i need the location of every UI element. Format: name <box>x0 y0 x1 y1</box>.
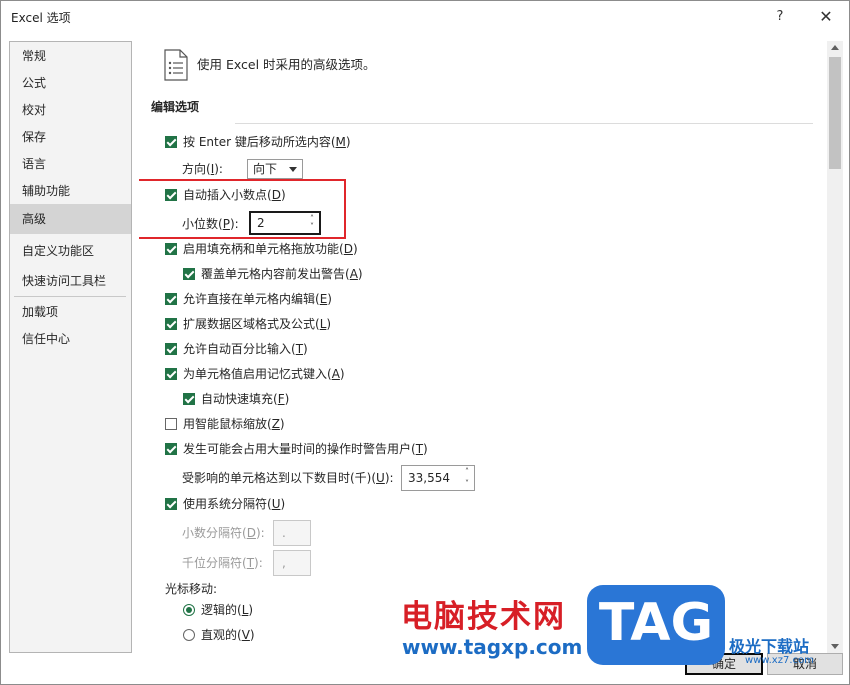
nav-item-trust-center[interactable]: 信任中心 <box>10 326 131 353</box>
title-bar: Excel 选项 ? ✕ <box>1 1 849 33</box>
system-separators-label: 使用系统分隔符(U) <box>183 497 286 511</box>
logical-label: 逻辑的(L) <box>201 603 254 617</box>
fill-handle-label: 启用填充柄和单元格拖放功能(D) <box>183 242 358 256</box>
direction-value: 向下 <box>253 162 278 176</box>
flash-fill-checkbox[interactable] <box>183 393 195 405</box>
watermark-tag-text: TAG <box>598 593 714 653</box>
overwrite-alert-label: 覆盖单元格内容前发出警告(A) <box>201 267 363 281</box>
nav-item-formulas[interactable]: 公式 <box>10 70 131 97</box>
option-fill-handle: 启用填充柄和单元格拖放功能(D) <box>165 241 358 259</box>
option-visual: 直观的(V) <box>183 627 255 645</box>
document-options-icon <box>164 49 188 81</box>
time-alert-checkbox[interactable] <box>165 443 177 455</box>
watermark-tag-logo: TAG <box>587 585 725 665</box>
option-auto-decimal: 自动插入小数点(D) <box>165 187 286 205</box>
cells-threshold-label: 受影响的单元格达到以下数目时(千)(U): <box>182 471 394 485</box>
system-separators-checkbox[interactable] <box>165 498 177 510</box>
flash-fill-label: 自动快速填充(F) <box>201 392 290 406</box>
option-enter-move: 按 Enter 键后移动所选内容(M) <box>165 134 351 152</box>
auto-decimal-label: 自动插入小数点(D) <box>183 188 286 202</box>
option-overwrite-alert: 覆盖单元格内容前发出警告(A) <box>183 266 363 284</box>
autocomplete-checkbox[interactable] <box>165 368 177 380</box>
excel-options-dialog: Excel 选项 ? ✕ 常规 公式 校对 保存 语言 辅助功能 高级 自定义功… <box>0 0 850 685</box>
nav-divider <box>14 296 126 297</box>
intellimouse-label: 用智能鼠标缩放(Z) <box>183 417 285 431</box>
watermark-site-logo: 极光下载站 <box>729 637 810 656</box>
section-divider <box>235 123 813 124</box>
advanced-options-panel: 使用 Excel 时采用的高级选项。 编辑选项 按 Enter 键后移动所选内容… <box>139 41 825 653</box>
auto-percent-label: 允许自动百分比输入(T) <box>183 342 308 356</box>
visual-label: 直观的(V) <box>201 628 255 642</box>
option-edit-in-cell: 允许直接在单元格内编辑(E) <box>165 291 332 309</box>
section-title-editing: 编辑选项 <box>151 100 200 114</box>
cells-threshold-spinner[interactable]: 33,554 ˄ ˅ <box>401 465 475 491</box>
enter-move-label: 按 Enter 键后移动所选内容(M) <box>183 135 351 149</box>
edit-in-cell-label: 允许直接在单元格内编辑(E) <box>183 292 332 306</box>
nav-item-advanced[interactable]: 高级 <box>10 204 131 234</box>
decimal-separator-input[interactable]: . <box>273 520 311 546</box>
extend-formats-label: 扩展数据区域格式及公式(L) <box>183 317 332 331</box>
intellimouse-checkbox[interactable] <box>165 418 177 430</box>
direction-dropdown[interactable]: 向下 <box>247 159 303 179</box>
overwrite-alert-checkbox[interactable] <box>183 268 195 280</box>
scroll-thumb[interactable] <box>829 57 841 169</box>
time-alert-label: 发生可能会占用大量时间的操作时警告用户(T) <box>183 442 428 456</box>
autocomplete-label: 为单元格值启用记忆式键入(A) <box>183 367 345 381</box>
extend-formats-checkbox[interactable] <box>165 318 177 330</box>
nav-item-customize-ribbon[interactable]: 自定义功能区 <box>10 238 131 265</box>
places-value: 2 <box>257 216 265 230</box>
option-time-alert: 发生可能会占用大量时间的操作时警告用户(T) <box>165 441 428 459</box>
nav-item-language[interactable]: 语言 <box>10 151 131 178</box>
enter-move-checkbox[interactable] <box>165 136 177 148</box>
thousands-separator-input[interactable]: , <box>273 550 311 576</box>
watermark-text: 电脑技术网 <box>401 599 566 635</box>
option-intellimouse: 用智能鼠标缩放(Z) <box>165 416 285 434</box>
close-button[interactable]: ✕ <box>811 5 841 29</box>
scroll-up-icon[interactable] <box>831 45 839 50</box>
nav-item-save[interactable]: 保存 <box>10 124 131 151</box>
options-nav: 常规 公式 校对 保存 语言 辅助功能 高级 自定义功能区 快速访问工具栏 加载… <box>9 41 132 653</box>
nav-item-addins[interactable]: 加载项 <box>10 299 131 326</box>
panel-header: 使用 Excel 时采用的高级选项。 <box>197 57 376 72</box>
places-label: 小位数(P): <box>182 217 239 231</box>
nav-item-quick-access-toolbar[interactable]: 快速访问工具栏 <box>10 268 131 295</box>
dialog-title: Excel 选项 <box>11 11 71 25</box>
help-button[interactable]: ? <box>765 5 795 29</box>
edit-in-cell-checkbox[interactable] <box>165 293 177 305</box>
option-auto-percent: 允许自动百分比输入(T) <box>165 341 308 359</box>
spin-down-icon[interactable]: ˅ <box>307 222 317 232</box>
fill-handle-checkbox[interactable] <box>165 243 177 255</box>
spin-down-icon[interactable]: ˅ <box>462 479 472 489</box>
thousands-separator-label: 千位分隔符(T): <box>182 556 263 570</box>
visual-radio[interactable] <box>183 629 195 641</box>
watermark-url: www.tagxp.com <box>402 635 583 659</box>
watermark-site-url: www.xz7.com <box>745 655 814 666</box>
spin-up-icon[interactable]: ˄ <box>462 467 472 477</box>
nav-item-general[interactable]: 常规 <box>10 43 131 70</box>
places-spinner[interactable]: 2 ˄ ˅ <box>249 211 321 235</box>
cells-threshold-value: 33,554 <box>408 471 450 485</box>
chevron-down-icon <box>289 167 297 172</box>
logical-radio[interactable] <box>183 604 195 616</box>
option-flash-fill: 自动快速填充(F) <box>183 391 289 409</box>
direction-label: 方向(I): <box>182 162 223 176</box>
vertical-scrollbar[interactable] <box>827 41 843 653</box>
auto-percent-checkbox[interactable] <box>165 343 177 355</box>
option-logical: 逻辑的(L) <box>183 602 253 620</box>
option-extend-formats: 扩展数据区域格式及公式(L) <box>165 316 331 334</box>
nav-item-accessibility[interactable]: 辅助功能 <box>10 178 131 205</box>
option-system-separators: 使用系统分隔符(U) <box>165 496 285 514</box>
decimal-separator-label: 小数分隔符(D): <box>182 526 265 540</box>
nav-item-proofing[interactable]: 校对 <box>10 97 131 124</box>
auto-decimal-checkbox[interactable] <box>165 189 177 201</box>
cursor-movement-label: 光标移动: <box>165 582 218 596</box>
option-autocomplete: 为单元格值启用记忆式键入(A) <box>165 366 345 384</box>
scroll-down-icon[interactable] <box>831 644 839 649</box>
